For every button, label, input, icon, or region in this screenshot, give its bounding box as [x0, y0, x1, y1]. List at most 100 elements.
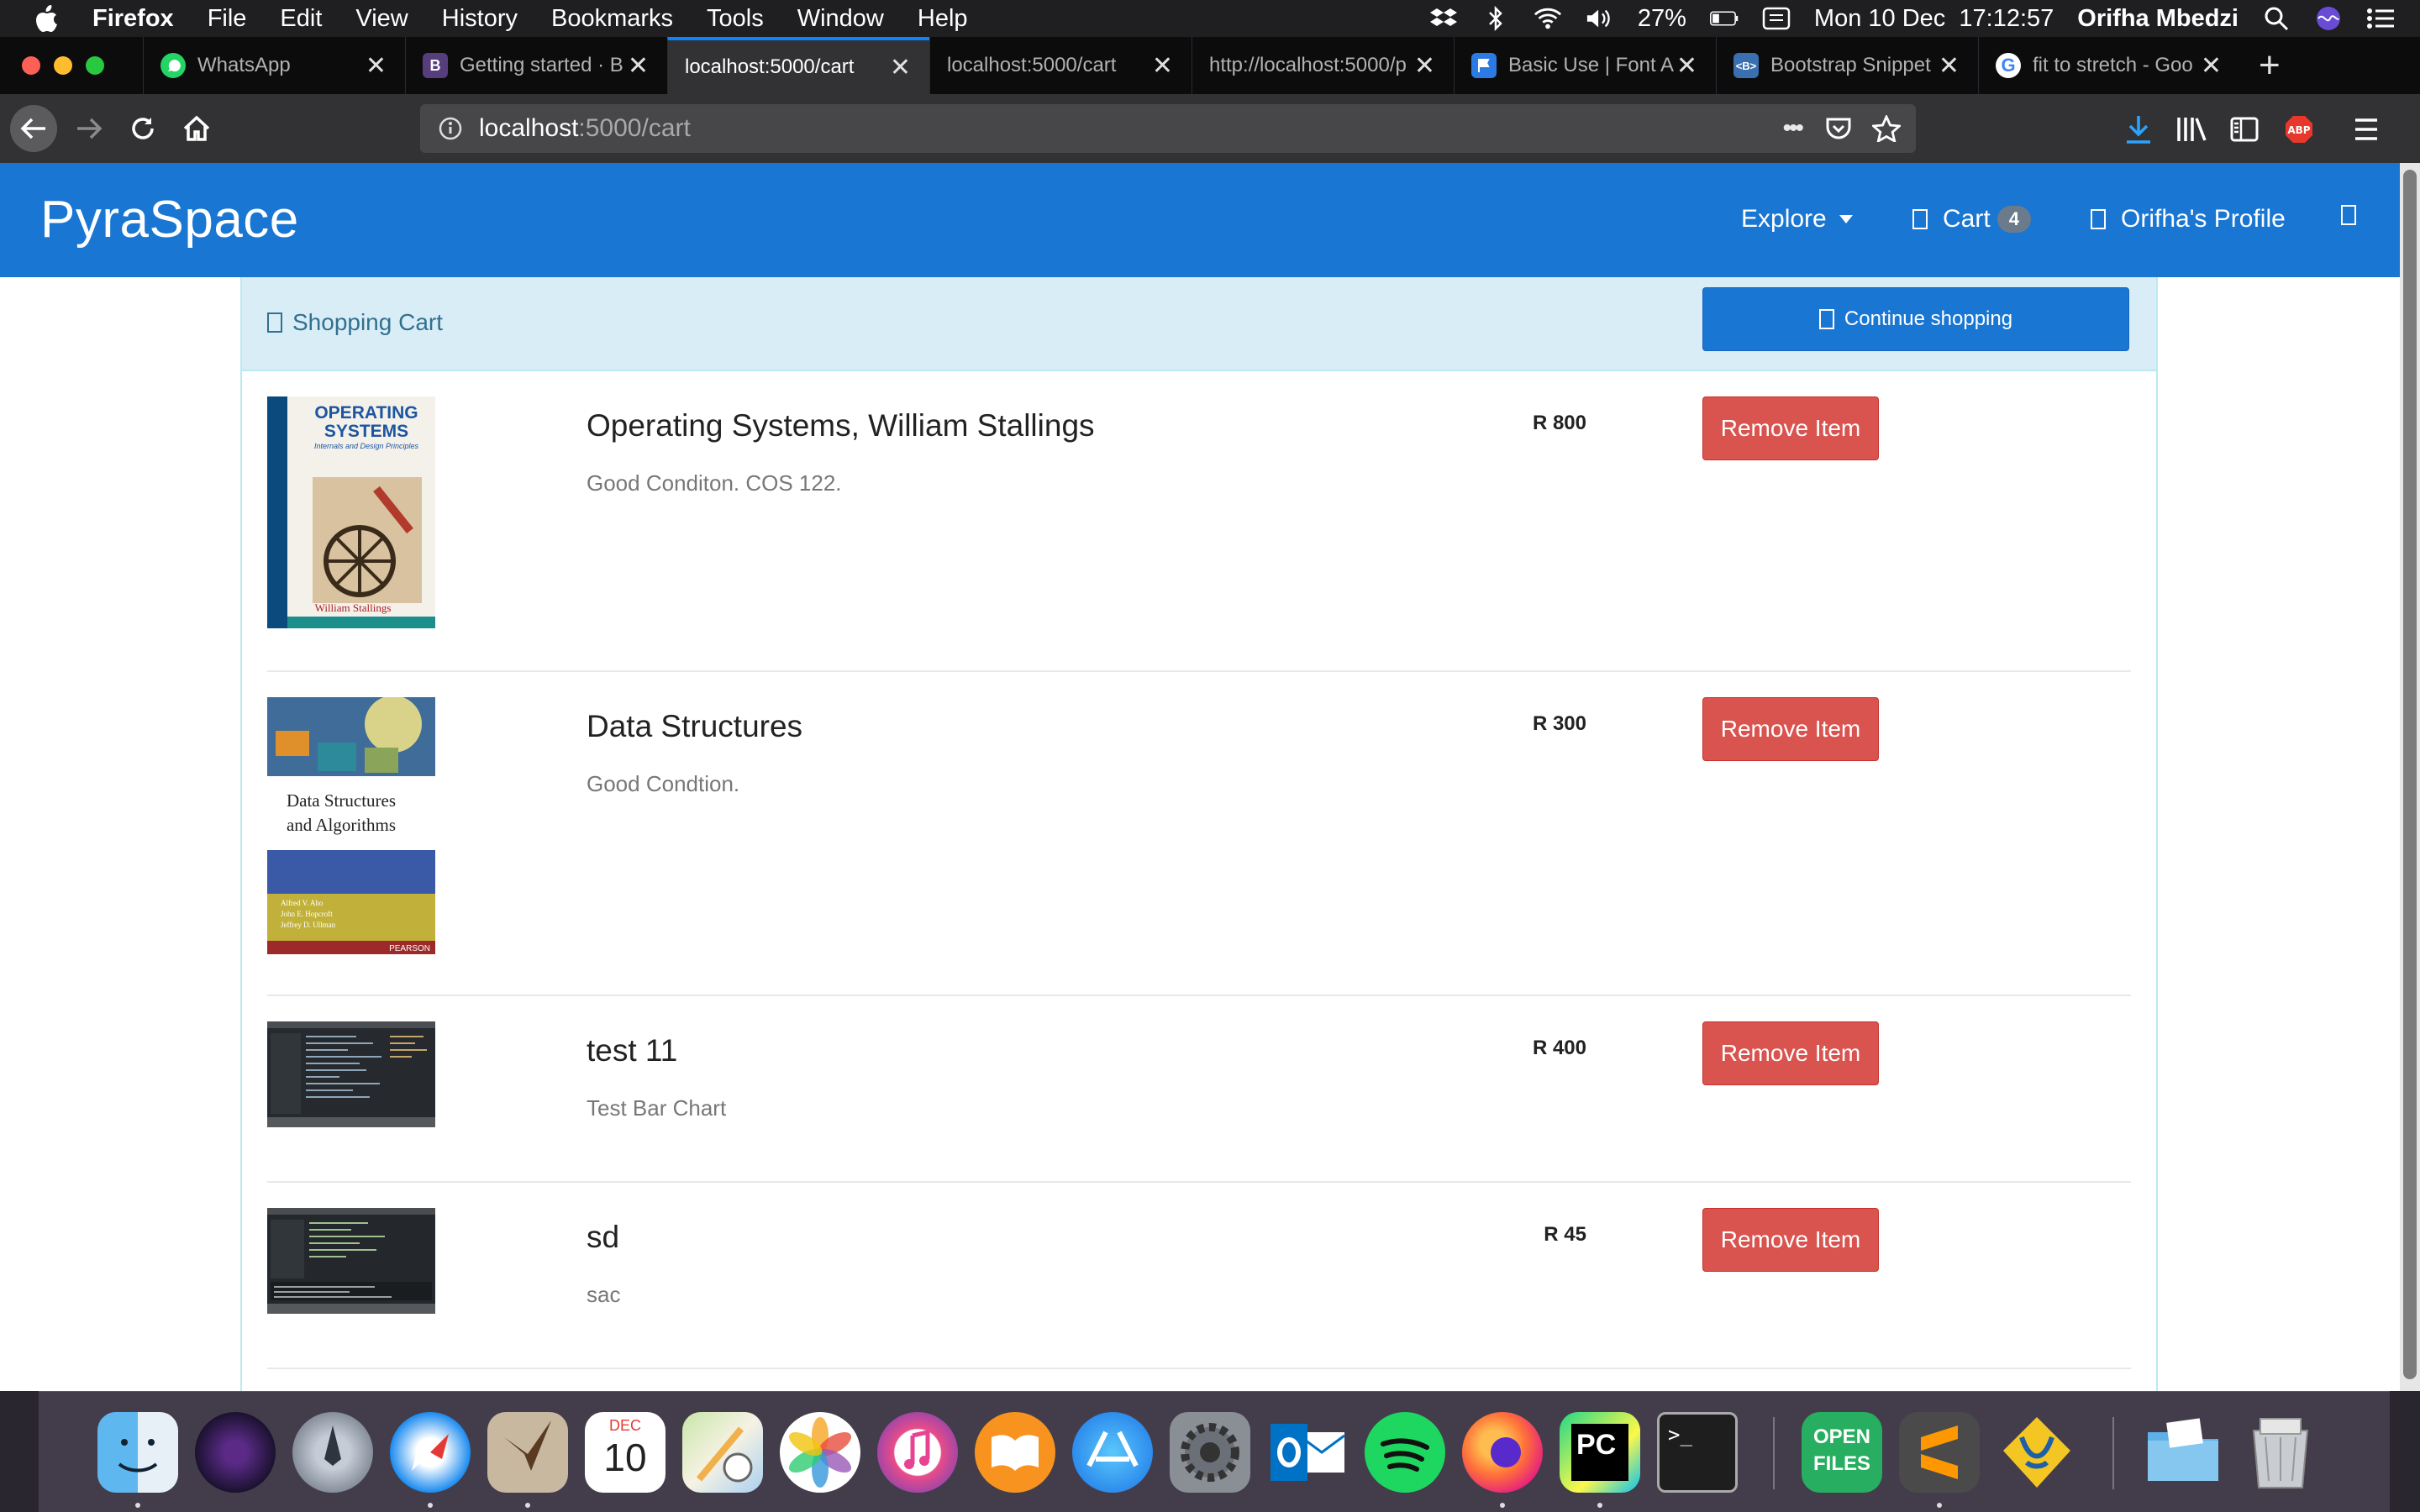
- menu-file[interactable]: File: [208, 5, 247, 33]
- menu-history[interactable]: History: [442, 5, 518, 33]
- bookmark-star-icon[interactable]: [1872, 115, 1901, 142]
- pocket-icon[interactable]: [1825, 116, 1852, 141]
- scrollbar-thumb[interactable]: [2403, 170, 2417, 1379]
- sidebar-toggle-icon[interactable]: [2230, 116, 2259, 143]
- calendar-icon[interactable]: DEC 10: [585, 1412, 666, 1493]
- system-preferences-icon[interactable]: [1170, 1412, 1250, 1493]
- firefox-icon[interactable]: [1462, 1412, 1543, 1493]
- tab-cart-active[interactable]: localhost:5000/cart ✕: [667, 37, 929, 94]
- adblock-plus-icon[interactable]: ABP: [2284, 114, 2314, 144]
- explore-dropdown[interactable]: Explore: [1741, 205, 1854, 234]
- terminal-icon[interactable]: >_: [1657, 1412, 1738, 1493]
- volume-icon[interactable]: [1586, 6, 1614, 31]
- macos-dock: DEC 10 PC >_ OPEN FILES: [39, 1391, 2390, 1512]
- reload-button[interactable]: [119, 105, 166, 152]
- close-tab-icon[interactable]: ✕: [1414, 51, 1435, 81]
- trash-icon[interactable]: [2240, 1412, 2321, 1493]
- downloads-folder-icon[interactable]: [2143, 1412, 2223, 1493]
- item-screenshot-thumbnail[interactable]: [267, 1021, 435, 1127]
- home-button[interactable]: [173, 105, 220, 152]
- tab-bootstrap-snippet[interactable]: <B> Bootstrap Snippet ✕: [1716, 37, 1978, 94]
- downloads-icon[interactable]: [2124, 114, 2153, 144]
- back-button[interactable]: [10, 105, 57, 152]
- zoom-window-button[interactable]: [86, 56, 104, 75]
- library-icon[interactable]: [2176, 116, 2207, 143]
- menu-user-name[interactable]: Orifha Mbedzi: [2077, 5, 2238, 33]
- itunes-icon[interactable]: [877, 1412, 958, 1493]
- remove-item-button[interactable]: Remove Item: [1702, 396, 1879, 460]
- close-tab-icon[interactable]: ✕: [628, 51, 649, 81]
- photos-icon[interactable]: [780, 1412, 860, 1493]
- close-tab-icon[interactable]: ✕: [1676, 51, 1697, 81]
- book-cover-operating-systems[interactable]: OPERATING SYSTEMS Internals and Design P…: [267, 396, 435, 628]
- menu-bookmarks[interactable]: Bookmarks: [551, 5, 673, 33]
- site-info-icon[interactable]: [439, 117, 462, 140]
- dropbox-icon[interactable]: [1429, 6, 1458, 31]
- close-tab-icon[interactable]: ✕: [890, 53, 911, 82]
- remove-item-button[interactable]: Remove Item: [1702, 1208, 1879, 1272]
- continue-shopping-button[interactable]: Continue shopping: [1702, 287, 2129, 351]
- spotify-icon[interactable]: [1365, 1412, 1445, 1493]
- open-files-icon[interactable]: OPEN FILES: [1802, 1412, 1882, 1493]
- mail-eagle-icon[interactable]: [487, 1412, 568, 1493]
- tab-cart[interactable]: localhost:5000/cart ✕: [929, 37, 1192, 94]
- menu-edit[interactable]: Edit: [280, 5, 322, 33]
- cart-link[interactable]: Cart 4: [1912, 205, 2031, 234]
- minimize-window-button[interactable]: [54, 56, 72, 75]
- profile-link[interactable]: Orifha's Profile: [2091, 205, 2286, 234]
- app-store-icon[interactable]: [1072, 1412, 1153, 1493]
- menu-window[interactable]: Window: [797, 5, 884, 33]
- menu-clock[interactable]: Mon 10 Dec 17:12:57: [1814, 5, 2054, 33]
- menu-view[interactable]: View: [355, 5, 408, 33]
- close-tab-icon[interactable]: ✕: [1939, 51, 1960, 81]
- menu-extras: 27% Mon 10 Dec 17:12:57 Orifha Mbedzi: [1429, 0, 2395, 37]
- close-tab-icon[interactable]: ✕: [1152, 51, 1173, 81]
- close-tab-icon[interactable]: ✕: [2201, 51, 2222, 81]
- cart-panel-heading: Shopping Cart Continue shopping: [242, 277, 2156, 371]
- site-brand[interactable]: PyraSpace: [40, 190, 299, 249]
- pycharm-icon[interactable]: PC: [1560, 1412, 1640, 1493]
- remove-item-button[interactable]: Remove Item: [1702, 697, 1879, 761]
- tab-getting-started[interactable]: B Getting started · B ✕: [405, 37, 667, 94]
- forward-button[interactable]: [66, 105, 113, 152]
- menu-tools[interactable]: Tools: [707, 5, 764, 33]
- running-indicator: [135, 1503, 140, 1508]
- siri-icon[interactable]: [2314, 6, 2343, 31]
- battery-icon[interactable]: [1709, 6, 1739, 31]
- finder-icon[interactable]: [97, 1412, 178, 1493]
- launchpad-icon[interactable]: [292, 1412, 373, 1493]
- book-cover-data-structures[interactable]: Data Structures and Algorithms Alfred V.…: [267, 696, 435, 954]
- tab-whatsapp[interactable]: WhatsApp ✕: [143, 37, 405, 94]
- url-bar[interactable]: localhost:5000/cart •••: [420, 104, 1916, 153]
- sublime-text-icon[interactable]: [1899, 1412, 1980, 1493]
- apple-menu-icon[interactable]: [34, 4, 60, 33]
- wifi-icon[interactable]: [1534, 6, 1562, 31]
- outlook-icon[interactable]: [1267, 1412, 1348, 1493]
- tab-localhost[interactable]: http://localhost:5000/p ✕: [1192, 37, 1454, 94]
- item-screenshot-thumbnail[interactable]: [267, 1208, 435, 1314]
- menu-app-name[interactable]: Firefox: [92, 5, 174, 33]
- page-scrollbar[interactable]: [2400, 163, 2420, 1391]
- ibooks-icon[interactable]: [975, 1412, 1055, 1493]
- cart-count-badge: 4: [1996, 206, 2031, 233]
- page-actions-button[interactable]: •••: [1782, 114, 1803, 143]
- bluetooth-icon[interactable]: [1481, 6, 1510, 31]
- logout-icon[interactable]: [2341, 205, 2365, 225]
- tab-title: Getting started · B: [460, 54, 623, 76]
- tab-font-awesome[interactable]: Basic Use | Font A ✕: [1454, 37, 1716, 94]
- notification-center-icon[interactable]: [2366, 6, 2395, 31]
- siri-dock-icon[interactable]: [195, 1412, 276, 1493]
- cyberduck-icon[interactable]: [1996, 1412, 2077, 1493]
- hamburger-menu-icon[interactable]: [2353, 118, 2380, 141]
- close-window-button[interactable]: [22, 56, 40, 75]
- safari-icon[interactable]: [390, 1412, 471, 1493]
- close-tab-icon[interactable]: ✕: [366, 51, 387, 81]
- maps-icon[interactable]: [682, 1412, 763, 1493]
- remove-item-button[interactable]: Remove Item: [1702, 1021, 1879, 1085]
- spotlight-search-icon[interactable]: [2262, 6, 2291, 31]
- tab-google-search[interactable]: G fit to stretch - Goo ✕: [1978, 37, 2240, 94]
- input-menu-icon[interactable]: [1762, 6, 1791, 31]
- new-tab-button[interactable]: +: [2259, 45, 2281, 87]
- bootsnipp-icon: <B>: [1733, 53, 1759, 78]
- menu-help[interactable]: Help: [918, 5, 968, 33]
